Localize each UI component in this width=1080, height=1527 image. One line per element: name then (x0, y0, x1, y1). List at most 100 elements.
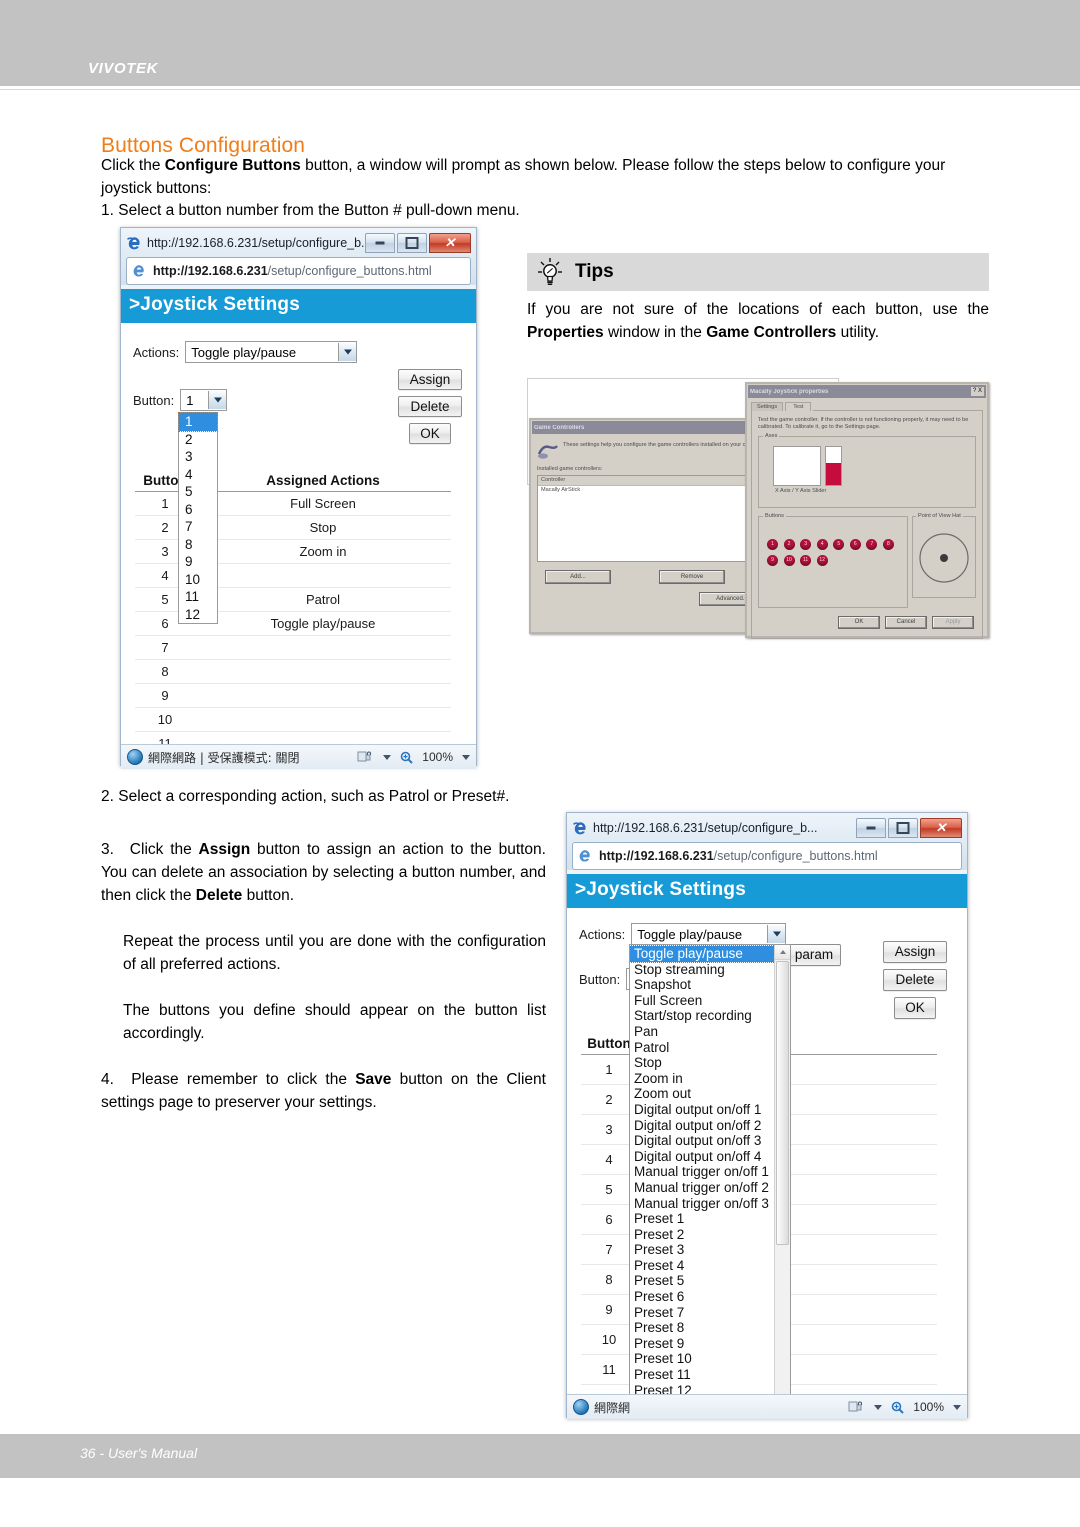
param-button[interactable]: param (787, 944, 841, 966)
chevron-down-icon-w2[interactable] (767, 925, 786, 943)
action-option-start-stop-recording[interactable]: Start/stop recording (630, 1008, 775, 1024)
window2-title-url: http://192.168.6.231/setup/configure_b..… (593, 821, 818, 835)
action-option-preset-2[interactable]: Preset 2 (630, 1227, 775, 1243)
window1-button-dropdown[interactable]: 1 2 3 4 5 6 7 8 9 10 11 12 (178, 412, 218, 624)
save-bold: Save (355, 1071, 392, 1088)
chevron-down-icon-zoom2[interactable] (953, 1404, 961, 1410)
action-option-toggle-play-pause[interactable]: Toggle play/pause (630, 945, 775, 963)
chevron-down-icon[interactable] (338, 343, 357, 361)
cell-action: Toggle play/pause (195, 611, 451, 636)
action-option-digital-output-1[interactable]: Digital output on/off 1 (630, 1102, 775, 1118)
scroll-up-button[interactable] (775, 945, 790, 960)
assign-button[interactable]: Assign (398, 369, 462, 390)
header-divider (0, 86, 1080, 90)
window1-actions-select[interactable]: Toggle play/pause (185, 341, 358, 363)
axes-caption: X Axis / Y Axis Slider (775, 488, 827, 494)
action-option-pan[interactable]: Pan (630, 1024, 775, 1040)
action-option-preset-3[interactable]: Preset 3 (630, 1242, 775, 1258)
page-header-band-lower (0, 48, 1080, 86)
option-10[interactable]: 10 (179, 571, 217, 589)
option-8[interactable]: 8 (179, 536, 217, 554)
option-4[interactable]: 4 (179, 466, 217, 484)
table-row[interactable]: 9 (135, 683, 451, 708)
window2-actions-dropdown[interactable]: Toggle play/pause Stop streaming Snapsho… (629, 944, 791, 1394)
tab-test[interactable]: Test (785, 402, 812, 411)
table-row[interactable]: 11 (135, 731, 451, 744)
table-row[interactable]: 8 (135, 659, 451, 684)
option-11[interactable]: 11 (179, 588, 217, 606)
ok-button-w1[interactable]: OK (409, 423, 451, 444)
scrollbar-thumb[interactable] (776, 961, 789, 1245)
properties-ok-button[interactable]: OK (838, 616, 880, 629)
action-option-zoom-in[interactable]: Zoom in (630, 1071, 775, 1087)
action-option-full-screen[interactable]: Full Screen (630, 993, 775, 1009)
minimize-button[interactable] (365, 233, 395, 253)
table-row[interactable]: 7 (135, 635, 451, 660)
joystick-button-row-1: 1 2 3 4 5 6 7 8 (767, 539, 907, 550)
action-option-manual-trigger-3[interactable]: Manual trigger on/off 3 (630, 1196, 775, 1212)
axes-label: Axes (763, 433, 780, 440)
chevron-down-icon-status1[interactable] (383, 754, 392, 760)
option-9[interactable]: 9 (179, 553, 217, 571)
action-option-preset-7[interactable]: Preset 7 (630, 1305, 775, 1321)
delete-button[interactable]: Delete (398, 396, 462, 417)
action-option-preset-11[interactable]: Preset 11 (630, 1367, 775, 1383)
remove-button[interactable]: Remove (659, 570, 725, 584)
option-5[interactable]: 5 (179, 483, 217, 501)
action-option-zoom-out[interactable]: Zoom out (630, 1086, 775, 1102)
properties-close-icon[interactable]: ? X (970, 387, 984, 396)
th-assigned-actions: Assigned Actions (195, 471, 451, 492)
tab-settings[interactable]: Settings (751, 402, 784, 411)
maximize-button-2[interactable] (888, 818, 918, 838)
action-option-preset-5[interactable]: Preset 5 (630, 1273, 775, 1289)
close-button-2[interactable]: ✕ (920, 818, 962, 838)
action-option-digital-output-2[interactable]: Digital output on/off 2 (630, 1118, 775, 1134)
action-option-preset-6[interactable]: Preset 6 (630, 1289, 775, 1305)
close-button[interactable]: ✕ (429, 233, 471, 253)
action-option-stop-streaming[interactable]: Stop streaming (630, 962, 775, 978)
table-row[interactable]: 10 (135, 707, 451, 732)
action-option-preset-10[interactable]: Preset 10 (630, 1351, 775, 1367)
properties-apply-button[interactable]: Apply (932, 616, 974, 629)
option-2[interactable]: 2 (179, 431, 217, 449)
action-option-digital-output-3[interactable]: Digital output on/off 3 (630, 1133, 775, 1149)
delete-button-2[interactable]: Delete (883, 969, 947, 991)
option-7[interactable]: 7 (179, 518, 217, 536)
properties-cancel-button[interactable]: Cancel (885, 616, 927, 629)
option-1[interactable]: 1 (178, 412, 218, 432)
chevron-down-icon-2[interactable] (208, 391, 227, 409)
dropdown-scrollbar[interactable] (774, 945, 790, 1394)
action-option-snapshot[interactable]: Snapshot (630, 977, 775, 993)
cell-button: 9 (135, 683, 195, 708)
window2-actions-label: Actions: (579, 926, 626, 942)
action-option-patrol[interactable]: Patrol (630, 1040, 775, 1056)
dialog-title: Game Controllers (534, 424, 585, 431)
action-option-manual-trigger-1[interactable]: Manual trigger on/off 1 (630, 1164, 775, 1180)
window2-address-bar[interactable]: http://192.168.6.231/setup/configure_but… (572, 842, 962, 870)
action-option-preset-4[interactable]: Preset 4 (630, 1258, 775, 1274)
action-option-preset-12[interactable]: Preset 12 (630, 1383, 775, 1394)
internet-zone-icon-2 (573, 1399, 589, 1415)
joy-button-2: 2 (783, 539, 795, 550)
action-option-preset-1[interactable]: Preset 1 (630, 1211, 775, 1227)
add-button[interactable]: Add... (545, 570, 611, 584)
window1-address-bar[interactable]: http://192.168.6.231/setup/configure_but… (126, 257, 471, 285)
action-option-preset-9[interactable]: Preset 9 (630, 1336, 775, 1352)
action-option-stop[interactable]: Stop (630, 1055, 775, 1071)
action-option-preset-8[interactable]: Preset 8 (630, 1320, 775, 1336)
chevron-down-icon-status2[interactable] (874, 1404, 883, 1410)
ok-button-w2[interactable]: OK (894, 997, 936, 1019)
window1-zone-text: 網際網路 | 受保護模式: 關閉 (148, 750, 300, 765)
option-12[interactable]: 12 (179, 606, 217, 624)
maximize-button[interactable] (397, 233, 427, 253)
action-option-digital-output-4[interactable]: Digital output on/off 4 (630, 1149, 775, 1165)
action-option-manual-trigger-2[interactable]: Manual trigger on/off 2 (630, 1180, 775, 1196)
assign-button-2[interactable]: Assign (883, 941, 947, 963)
window1-button-select[interactable]: 1 (180, 389, 228, 411)
option-3[interactable]: 3 (179, 448, 217, 466)
option-6[interactable]: 6 (179, 501, 217, 519)
minimize-button-2[interactable] (856, 818, 886, 838)
window2-actions-select[interactable]: Toggle play/pause (631, 923, 787, 945)
chevron-down-icon-zoom1[interactable] (462, 754, 470, 760)
joy-button-11: 11 (800, 555, 812, 566)
